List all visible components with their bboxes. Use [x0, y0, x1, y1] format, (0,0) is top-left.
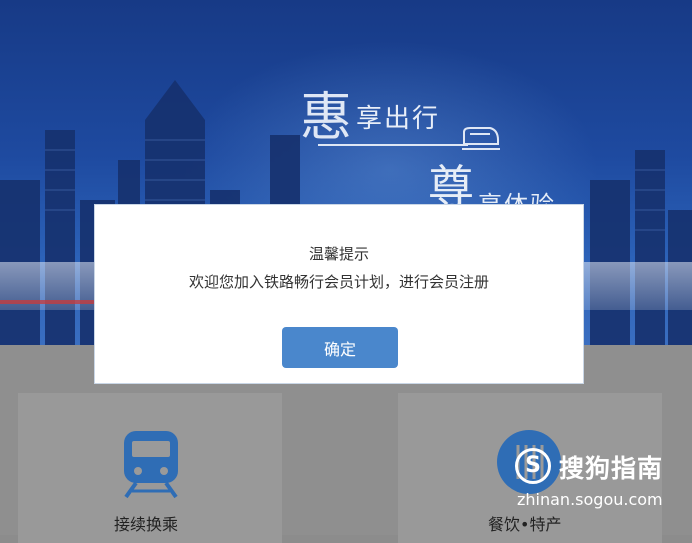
- watermark-url: zhinan.sogou.com: [517, 490, 663, 509]
- dialog-title: 温馨提示: [308, 245, 369, 263]
- notice-dialog: 温馨提示 欢迎您加入铁路畅行会员计划，进行会员注册 确定: [94, 204, 584, 384]
- dialog-message: 欢迎您加入铁路畅行会员计划，进行会员注册: [188, 273, 489, 291]
- watermark-brand: 搜狗指南: [559, 454, 664, 483]
- confirm-button[interactable]: 确定: [282, 327, 398, 368]
- sogou-logo-icon: S: [515, 448, 551, 484]
